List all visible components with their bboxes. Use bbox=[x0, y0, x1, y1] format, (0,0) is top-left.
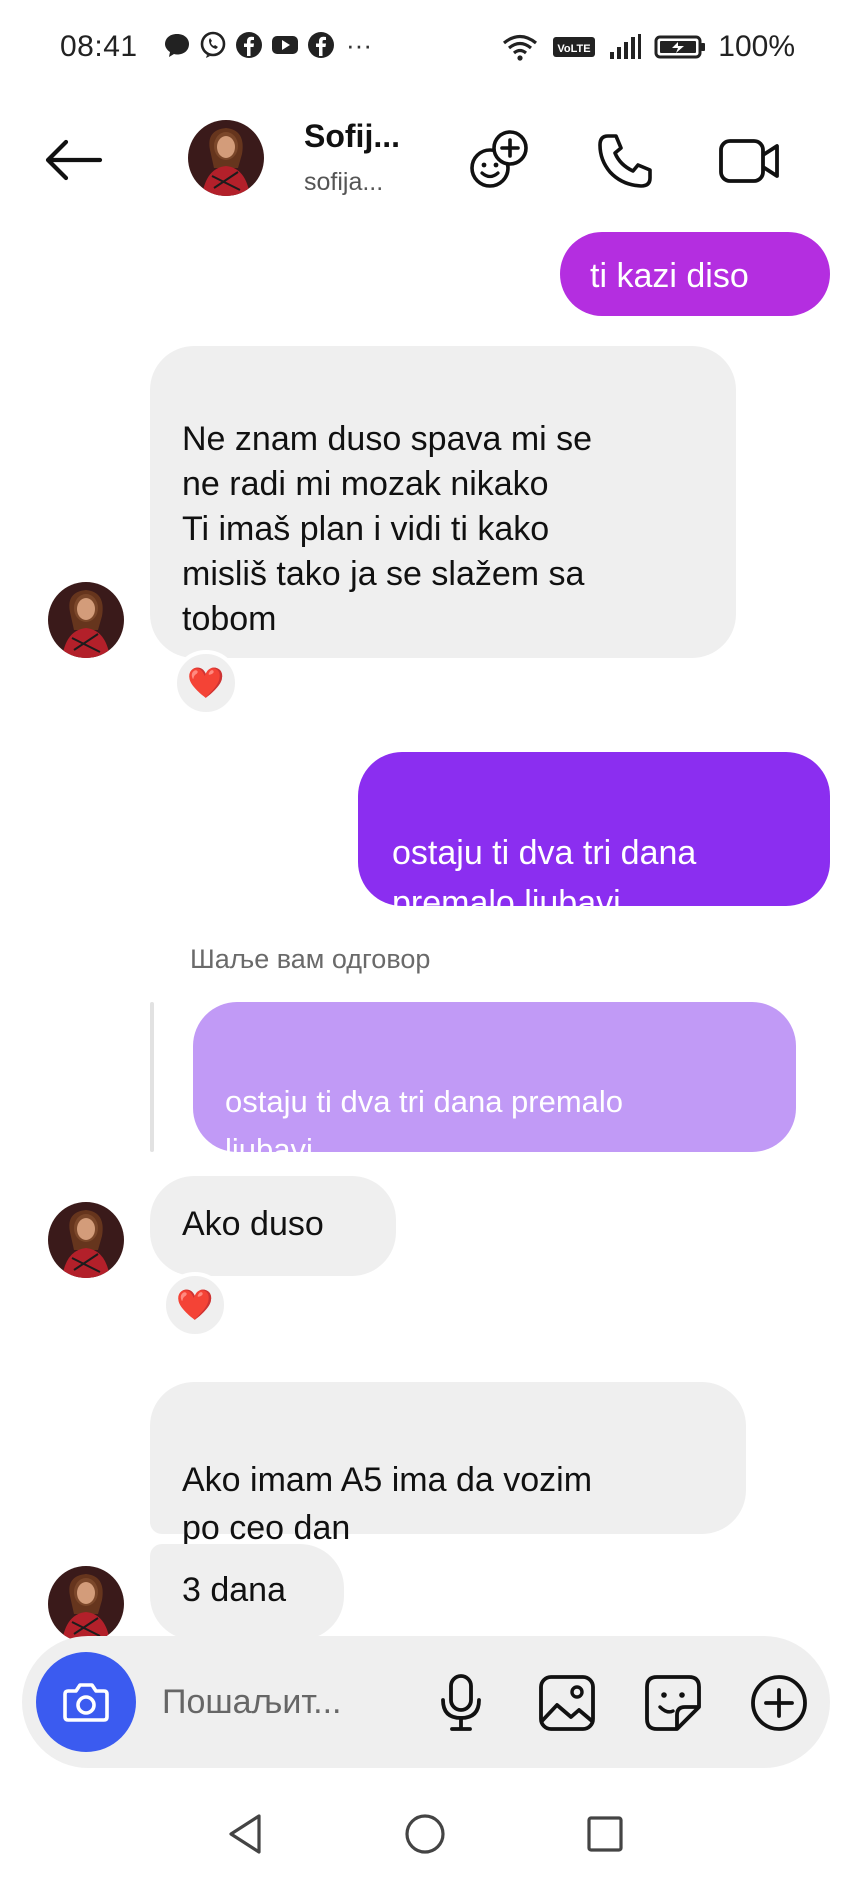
effects-button[interactable] bbox=[464, 126, 534, 196]
message-composer bbox=[22, 1636, 830, 1768]
reply-label: Шаље вам одговор bbox=[190, 944, 431, 974]
system-nav-bar bbox=[0, 1790, 850, 1881]
message-text: Ako imam A5 ima da vozim po ceo dan bbox=[182, 1461, 593, 1547]
more-options-button[interactable] bbox=[744, 1668, 814, 1738]
viber-icon bbox=[200, 31, 226, 58]
microphone-icon bbox=[441, 1674, 481, 1731]
avatar-image bbox=[48, 582, 124, 658]
add-emoji-effects-icon bbox=[470, 130, 528, 188]
contact-avatar[interactable] bbox=[188, 120, 264, 196]
triangle-back-icon bbox=[229, 1814, 261, 1854]
sender-avatar[interactable] bbox=[48, 1202, 124, 1278]
youtube-icon bbox=[272, 36, 298, 54]
contact-username[interactable]: sofija... bbox=[304, 168, 383, 197]
message-text: ti kazi diso bbox=[590, 257, 749, 295]
voice-call-button[interactable] bbox=[590, 126, 660, 196]
volte-badge: VoLTE bbox=[553, 37, 596, 57]
reply-indicator-line bbox=[150, 1002, 154, 1152]
notification-icons: ··· bbox=[162, 30, 372, 60]
message-bubble-incoming[interactable]: Ne znam duso spava mi se ne radi mi moza… bbox=[150, 346, 736, 658]
avatar-image bbox=[188, 120, 264, 196]
video-camera-icon bbox=[719, 139, 779, 183]
message-input[interactable] bbox=[162, 1672, 432, 1732]
contact-name[interactable]: Sofij... bbox=[304, 118, 400, 155]
camera-button[interactable] bbox=[36, 1652, 136, 1752]
message-text: 3 dana bbox=[182, 1571, 286, 1609]
notification-overflow: ··· bbox=[346, 30, 372, 60]
sender-avatar[interactable] bbox=[48, 1566, 124, 1642]
message-text: Ako duso bbox=[182, 1205, 324, 1243]
battery-percent: 100% bbox=[718, 30, 795, 63]
wifi-icon bbox=[503, 34, 538, 61]
sticker-button[interactable] bbox=[638, 1668, 708, 1738]
sticker-icon bbox=[645, 1675, 701, 1731]
quoted-text: ostaju ti dva tri dana premalo ljubavi bbox=[225, 1084, 624, 1167]
volte-text: VoLTE bbox=[558, 43, 591, 55]
status-right: VoLTE 100% bbox=[500, 30, 795, 64]
video-call-button[interactable] bbox=[715, 126, 785, 196]
facebook-icon bbox=[308, 32, 334, 58]
quoted-message[interactable]: ostaju ti dva tri dana premalo ljubavi bbox=[193, 1002, 796, 1167]
heart-icon: ❤️ bbox=[176, 1288, 214, 1322]
status-bar: 08:41 ··· VoLTE 100% bbox=[0, 0, 850, 100]
circle-home-icon bbox=[405, 1814, 445, 1854]
message-bubble-outgoing[interactable]: ostaju ti dva tri dana premalo ljubavi bbox=[358, 752, 830, 922]
camera-icon bbox=[63, 1683, 109, 1722]
message-bubble-incoming[interactable]: Ako duso bbox=[150, 1176, 396, 1276]
avatar-image bbox=[48, 1202, 124, 1278]
avatar-image bbox=[48, 1566, 124, 1642]
heart-icon: ❤️ bbox=[187, 666, 225, 700]
phone-icon bbox=[598, 134, 652, 188]
heart-reaction[interactable]: ❤️ bbox=[162, 1272, 228, 1338]
gallery-button[interactable] bbox=[532, 1668, 602, 1738]
voice-message-button[interactable] bbox=[426, 1668, 496, 1738]
battery-icon bbox=[654, 35, 706, 59]
message-text: Ne znam duso spava mi se ne radi mi moza… bbox=[182, 420, 593, 638]
nav-recents-button[interactable] bbox=[575, 1804, 635, 1864]
chat-bubble-icon bbox=[165, 34, 189, 57]
message-text: ostaju ti dva tri dana premalo ljubavi bbox=[392, 834, 697, 922]
nav-home-button[interactable] bbox=[395, 1804, 455, 1864]
heart-reaction[interactable]: ❤️ bbox=[173, 650, 239, 716]
gallery-icon bbox=[539, 1675, 595, 1731]
sender-avatar[interactable] bbox=[48, 582, 124, 658]
facebook-icon bbox=[236, 32, 262, 58]
message-bubble-incoming[interactable]: 3 dana bbox=[150, 1544, 344, 1640]
message-bubble-incoming[interactable]: Ako imam A5 ima da vozim po ceo dan bbox=[150, 1382, 746, 1547]
status-time: 08:41 bbox=[60, 30, 138, 63]
plus-icon bbox=[751, 1675, 807, 1731]
back-button[interactable] bbox=[38, 130, 108, 190]
nav-back-button[interactable] bbox=[215, 1804, 275, 1864]
back-arrow-icon bbox=[45, 139, 103, 181]
square-recents-icon bbox=[587, 1816, 623, 1852]
signal-icon bbox=[610, 34, 642, 59]
message-bubble-outgoing[interactable]: ti kazi diso bbox=[560, 232, 830, 316]
